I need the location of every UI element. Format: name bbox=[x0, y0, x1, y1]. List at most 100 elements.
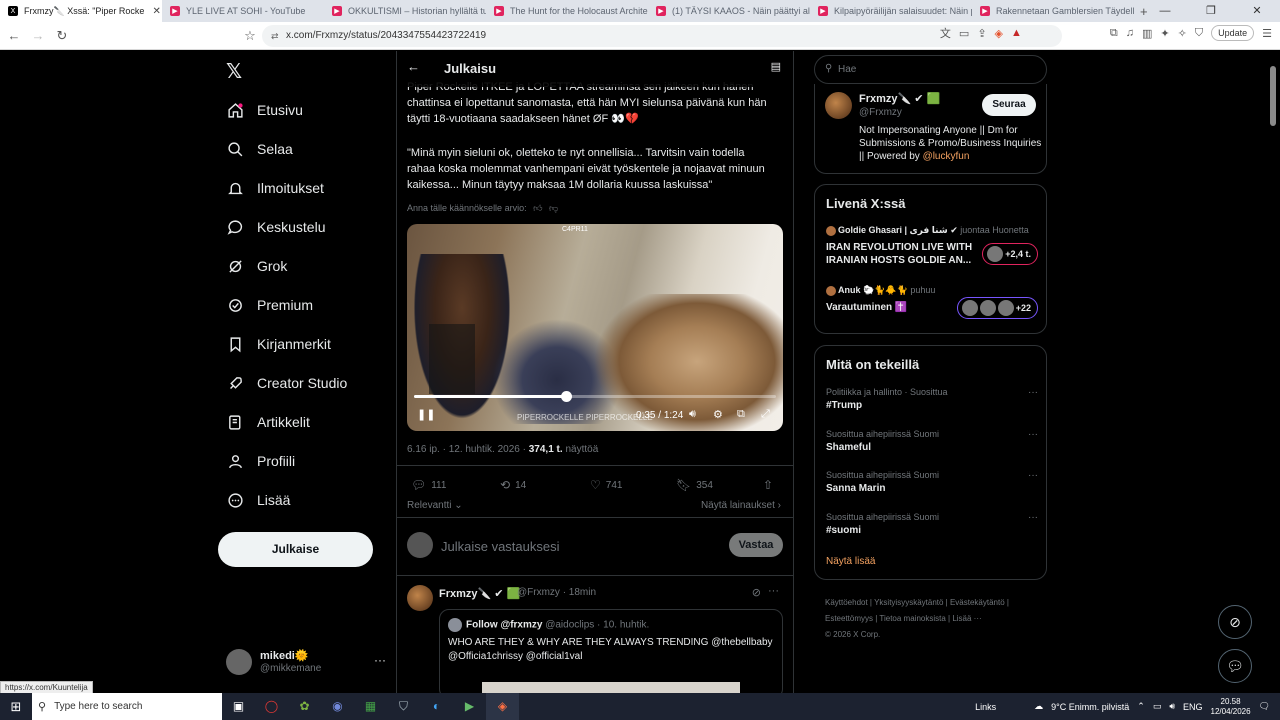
nav-item-home[interactable]: Etusivu bbox=[226, 96, 303, 124]
more-dots-icon[interactable]: ··· bbox=[1028, 470, 1038, 481]
live-item[interactable]: Goldie Ghasari | شنا فری ✔ juontaa Huone… bbox=[826, 225, 1038, 267]
app-icon[interactable]: ✿ bbox=[288, 693, 321, 720]
nav-item-bookmarks[interactable]: Kirjanmerkit bbox=[226, 330, 331, 358]
reply-submit-button[interactable]: Vastaa bbox=[729, 533, 783, 557]
grok-icon[interactable]: ⊘ bbox=[752, 586, 761, 599]
site-info-icon[interactable]: ⇄ bbox=[271, 25, 279, 47]
translate-icon[interactable]: 文 bbox=[940, 25, 951, 41]
reload-icon[interactable]: ↻ bbox=[52, 28, 72, 44]
more-dots-icon[interactable]: ··· bbox=[768, 585, 779, 597]
show-more-link[interactable]: Näytä lisää bbox=[826, 556, 875, 567]
browser-tab[interactable]: ▶ Kilpaipyöräilijän salaisuudet: Näin pr… bbox=[810, 0, 972, 22]
pause-icon[interactable]: ❚❚ bbox=[417, 408, 435, 421]
thumbs-down-icon[interactable]: 👎︎ bbox=[549, 203, 558, 213]
reader-mode-icon[interactable]: ▤ bbox=[771, 60, 781, 73]
links-toolbar[interactable]: Links bbox=[975, 702, 996, 712]
vpn-icon[interactable]: ⛉ bbox=[1195, 27, 1203, 40]
screen-icon[interactable]: ▭ bbox=[959, 27, 969, 40]
reply-tweet[interactable]: Frxmzy🔪 ✔ 🟩 @Frxmzy · 18min ⊘ ··· Follow… bbox=[407, 583, 783, 693]
nav-item-articles[interactable]: Artikkelit bbox=[226, 408, 310, 436]
scrollbar[interactable] bbox=[1270, 66, 1276, 126]
share-icon[interactable]: ⇪ bbox=[977, 27, 986, 40]
live-listeners-pill[interactable]: +2,4 t. bbox=[982, 243, 1038, 265]
browser-tab[interactable]: X Frxmzy🔪 Xssä: "Piper Rocke ✕ bbox=[0, 0, 162, 22]
volume-icon[interactable]: 🔊︎ bbox=[689, 408, 696, 421]
brave-rewards-icon[interactable]: ▲ bbox=[1011, 27, 1022, 39]
extensions-icon[interactable]: ⧉ bbox=[1110, 27, 1118, 40]
nav-item-premium[interactable]: Premium bbox=[226, 291, 313, 319]
post-button[interactable]: Julkaise bbox=[218, 532, 373, 567]
nav-item-grok[interactable]: Grok bbox=[226, 252, 287, 280]
taskbar-search[interactable]: ⚲ Type here to search bbox=[32, 693, 222, 720]
notifications-icon[interactable]: 🗨︎ bbox=[1259, 701, 1270, 712]
live-item[interactable]: Anuk 🐑🐈🐥🐈 puhuu Varautuminen ✝️ +22 bbox=[826, 285, 1038, 319]
browser-tab[interactable]: ▶ OKKULTISMI – Historian hyllältä tulos bbox=[324, 0, 486, 22]
opera-icon[interactable]: ◯ bbox=[255, 693, 288, 720]
clock[interactable]: 20.58 12/04/2026 bbox=[1211, 697, 1251, 717]
sidebar-icon[interactable]: ▥ bbox=[1142, 27, 1152, 40]
share-button[interactable]: ⇧ bbox=[763, 478, 778, 492]
trend-item[interactable]: Suosittua aihepiirissä Suomi Sanna Marin… bbox=[826, 470, 1038, 494]
more-dots-icon[interactable]: ··· bbox=[1028, 512, 1038, 523]
nav-item-explore[interactable]: Selaa bbox=[226, 135, 293, 163]
video-player[interactable]: C4PR11 PIPERROCKELLE PIPERROCKELLE ❚❚ 0:… bbox=[407, 224, 783, 431]
play-icon[interactable]: ▶ bbox=[453, 693, 486, 720]
messages-fab-icon[interactable]: 💬︎ bbox=[1218, 649, 1252, 683]
more-dots-icon[interactable]: ··· bbox=[1028, 429, 1038, 440]
bookmark-button[interactable]: 🔖︎ 354 bbox=[676, 478, 713, 492]
discord-icon[interactable]: ◉ bbox=[321, 693, 354, 720]
pip-icon[interactable]: ⧉ bbox=[737, 408, 745, 421]
brave-icon[interactable]: ◈ bbox=[486, 693, 519, 720]
edge-icon[interactable]: ◐ bbox=[420, 693, 453, 720]
fullscreen-icon[interactable]: ⤢ bbox=[761, 408, 770, 421]
music-icon[interactable]: ♫ bbox=[1126, 27, 1134, 39]
view-quotes-link[interactable]: Näytä lainaukset › bbox=[701, 500, 781, 511]
footer-line[interactable]: Esteettömyys | Tietoa mainoksista | Lisä… bbox=[825, 611, 1037, 627]
app-icon[interactable]: ▦ bbox=[354, 693, 387, 720]
weather[interactable]: 9°C Enimm. pilvistä bbox=[1051, 702, 1129, 712]
windows-start-icon[interactable]: ⊞ bbox=[0, 699, 32, 715]
like-button[interactable]: ♡ 741 bbox=[590, 478, 622, 492]
forward-icon[interactable]: → bbox=[28, 28, 48, 43]
volume-icon[interactable]: 🔊︎ bbox=[1169, 701, 1175, 712]
nav-item-chat[interactable]: Keskustelu bbox=[226, 213, 325, 241]
trend-item[interactable]: Suosittua aihepiirissä Suomi #suomi ··· bbox=[826, 512, 1038, 536]
reply-author-name[interactable]: Frxmzy🔪 ✔ 🟩 bbox=[439, 587, 520, 600]
bookmark-page-icon[interactable]: ☆ bbox=[240, 28, 260, 44]
follow-button[interactable]: Seuraa bbox=[982, 94, 1036, 116]
live-listeners-pill[interactable]: +22 bbox=[956, 297, 1038, 319]
close-tab-icon[interactable]: ✕ bbox=[152, 6, 160, 17]
puzzle-icon[interactable]: ✦ bbox=[1160, 27, 1169, 40]
nav-item-profile[interactable]: Profiili bbox=[226, 447, 295, 475]
minimize-icon[interactable]: — bbox=[1142, 0, 1188, 22]
footer-line[interactable]: Käyttöehdot | Yksityisyyskäytäntö | Eväs… bbox=[825, 595, 1037, 611]
back-arrow-icon[interactable]: ← bbox=[407, 59, 420, 74]
chevron-up-icon[interactable]: ⌃ bbox=[1137, 701, 1145, 712]
browser-tab[interactable]: ▶ The Hunt for the Holocaust Architect bbox=[486, 0, 648, 22]
leo-icon[interactable]: ✧ bbox=[1178, 27, 1187, 40]
repost-button[interactable]: ⟲ 14 bbox=[500, 478, 526, 492]
trend-item[interactable]: Politiikka ja hallinto · Suosittua #Trum… bbox=[826, 387, 1038, 411]
avatar[interactable] bbox=[825, 92, 852, 119]
thumbs-up-icon[interactable]: 👍︎ bbox=[533, 203, 542, 213]
x-logo-icon[interactable]: 𝕏 bbox=[226, 59, 242, 84]
back-icon[interactable]: ← bbox=[4, 28, 24, 43]
settings-gear-icon[interactable]: ⚙ bbox=[713, 408, 723, 421]
browser-tab[interactable]: ▶ (1) TÄYSI KAAOS - Näin päättyi alarm bbox=[648, 0, 810, 22]
sort-replies-dropdown[interactable]: Relevantti ⌄ bbox=[407, 500, 463, 511]
reply-button[interactable]: 💬︎ 111 bbox=[411, 478, 446, 492]
video-progress-bar[interactable] bbox=[414, 391, 776, 402]
bio-link[interactable]: @luckyfun bbox=[923, 151, 970, 162]
update-button[interactable]: Update bbox=[1211, 25, 1255, 41]
task-view-icon[interactable]: ▣ bbox=[222, 693, 255, 720]
restore-icon[interactable]: ❐ bbox=[1188, 0, 1234, 22]
avatar[interactable] bbox=[407, 585, 433, 611]
video-scrub-handle[interactable] bbox=[561, 391, 573, 402]
shield-icon[interactable]: ⛉ bbox=[387, 693, 420, 720]
more-dots-icon[interactable]: ··· bbox=[1028, 387, 1038, 398]
tweet-time[interactable]: 6.16 ip. · 12. huhtik. 2026 · bbox=[407, 444, 529, 455]
profile-name[interactable]: Frxmzy🔪 ✔ 🟩 bbox=[859, 92, 940, 105]
nav-item-creator-studio[interactable]: Creator Studio bbox=[226, 369, 347, 397]
browser-tab[interactable]: ▶ Rakennetaan Gamblersien Täydellin bbox=[972, 0, 1134, 22]
grok-fab-icon[interactable]: ⊘ bbox=[1218, 605, 1252, 639]
